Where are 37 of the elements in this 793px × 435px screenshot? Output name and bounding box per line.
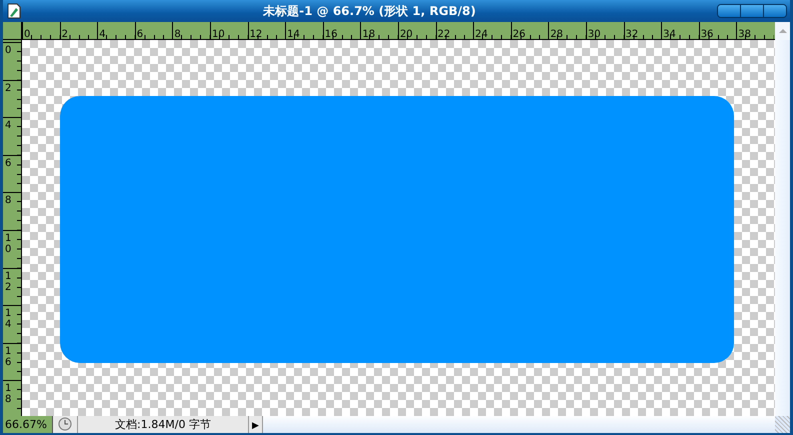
ruler-label: 4 [4,119,12,132]
status-menu-button[interactable]: ▶ [249,416,263,433]
ruler-label: 12 [4,270,12,293]
close-button[interactable] [763,5,786,17]
ruler-label: 14 [4,307,12,330]
ruler-label: 10 [4,232,12,255]
ruler-label: 16 [4,344,12,368]
ruler-label: 34 [662,29,676,39]
ruler-label: 38 [737,29,752,39]
clock-icon[interactable] [58,417,72,431]
resize-grip[interactable] [775,416,790,433]
window-title: 未标题-1 @ 66.7% (形状 1, RGB/8) [262,2,477,20]
ruler-label: 28 [549,29,564,39]
ruler-label: 0 [23,29,30,39]
document-icon [6,3,22,19]
ruler-label: 20 [398,29,413,39]
ruler-label: 30 [586,29,601,39]
ruler-label: 26 [512,29,526,39]
ruler-label: 6 [4,156,12,169]
horizontal-scrollbar[interactable] [263,416,775,433]
ruler-label: 18 [4,382,12,406]
ruler-origin[interactable] [3,22,22,40]
zoom-field[interactable]: 66.67% [3,416,53,433]
ruler-label: 36 [700,29,714,39]
ruler-label: 18 [361,29,376,39]
maximize-button[interactable] [740,5,763,17]
vertical-scrollbar[interactable] [775,40,790,416]
ruler-label: 10 [210,29,225,39]
ruler-label: 6 [136,29,144,39]
ruler-label: 2 [4,82,12,94]
ruler-label: 0 [4,44,12,56]
ruler-label: 2 [60,29,68,39]
ruler-label: 8 [4,194,12,206]
ruler-label: 4 [98,29,106,39]
ruler-label: 14 [286,29,300,39]
ruler-label: 8 [173,29,181,39]
ruler-label: 24 [474,29,488,39]
